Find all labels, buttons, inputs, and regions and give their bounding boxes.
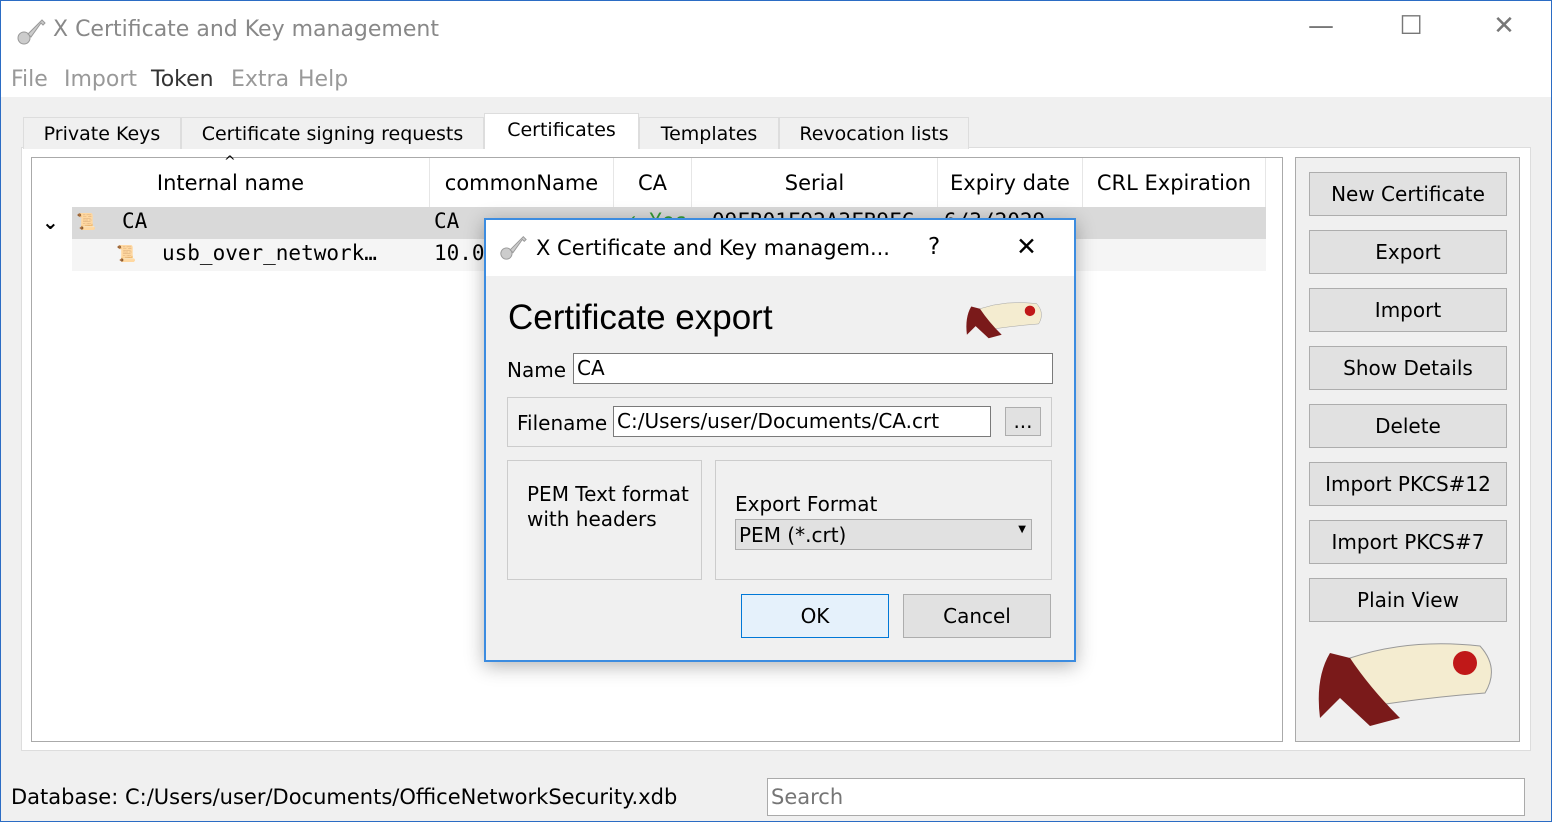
cell-common-name: CA [434,209,460,233]
format-description: PEM Text format with headers [527,482,689,531]
certificate-icon: 📜 [116,244,136,263]
search-input[interactable] [767,778,1525,816]
ok-button[interactable]: OK [741,594,889,638]
menu-extra[interactable]: Extra [231,67,289,92]
tab-certificates[interactable]: Certificates [484,113,639,149]
filename-input[interactable]: C:/Users/user/Documents/CA.crt [613,406,991,437]
key-icon [17,19,46,45]
export-format-value: PEM (*.crt) [739,523,847,547]
column-ca[interactable]: CA [614,158,692,208]
dialog-heading: Certificate export [508,298,773,337]
menu-help[interactable]: Help [298,67,348,92]
name-input[interactable]: CA [573,353,1053,384]
export-button[interactable]: Export [1309,230,1507,274]
column-expiry[interactable]: Expiry date [938,158,1083,208]
tab-templates[interactable]: Templates [639,117,779,149]
column-common-name[interactable]: commonName [430,158,614,208]
certificate-icon: 📜 [76,212,96,231]
close-button[interactable]: ✕ [1484,11,1524,41]
name-label: Name [507,358,567,382]
action-buttons: New Certificate Export Import Show Detai… [1295,157,1520,742]
help-button[interactable]: ? [928,234,940,260]
cell-internal-name: CA [122,209,148,233]
delete-button[interactable]: Delete [1309,404,1507,448]
scroll-logo-icon [966,302,1042,339]
certificate-export-dialog: X Certificate and Key managem... ? ✕ Cer… [484,218,1076,662]
column-crl-expiration[interactable]: CRL Expiration [1083,158,1266,208]
dialog-close-button[interactable]: ✕ [1016,232,1037,261]
dialog-title-bar: X Certificate and Key managem... ? ✕ [486,220,1074,276]
column-internal-name[interactable]: Internal name [32,158,430,208]
browse-button[interactable]: ... [1005,407,1041,436]
minimize-button[interactable]: — [1301,11,1341,41]
import-pkcs12-button[interactable]: Import PKCS#12 [1309,462,1507,506]
dropdown-arrow-icon: ▼ [1018,524,1026,535]
scroll-logo-icon [1318,643,1492,726]
new-certificate-button[interactable]: New Certificate [1309,172,1507,216]
menu-bar: File Import Token Extra Help [1,61,1551,97]
plain-view-button[interactable]: Plain View [1309,578,1507,622]
window-title: X Certificate and Key management [53,17,439,42]
tab-private-keys[interactable]: Private Keys [23,117,181,149]
menu-import[interactable]: Import [64,67,137,92]
export-format-select[interactable]: PEM (*.crt) ▼ [735,519,1032,550]
database-path: Database: C:/Users/user/Documents/Office… [11,785,678,809]
tab-revocation-lists[interactable]: Revocation lists [779,117,969,149]
cell-common-name: 10.0 [434,241,485,265]
filename-label: Filename [517,411,608,435]
cancel-button[interactable]: Cancel [903,594,1051,638]
cell-internal-name: usb_over_network… [162,241,377,265]
dialog-title: X Certificate and Key managem... [536,236,890,260]
column-serial[interactable]: Serial [692,158,938,208]
maximize-button[interactable]: ☐ [1391,11,1431,41]
expand-chevron-icon[interactable]: ⌄ [42,210,59,234]
menu-file[interactable]: File [11,67,48,92]
export-format-label: Export Format [735,492,878,516]
import-button[interactable]: Import [1309,288,1507,332]
title-bar: X Certificate and Key management — ☐ ✕ [1,1,1551,61]
import-pkcs7-button[interactable]: Import PKCS#7 [1309,520,1507,564]
menu-token[interactable]: Token [151,67,214,92]
show-details-button[interactable]: Show Details [1309,346,1507,390]
key-icon [500,236,527,260]
tab-csr[interactable]: Certificate signing requests [181,117,484,149]
